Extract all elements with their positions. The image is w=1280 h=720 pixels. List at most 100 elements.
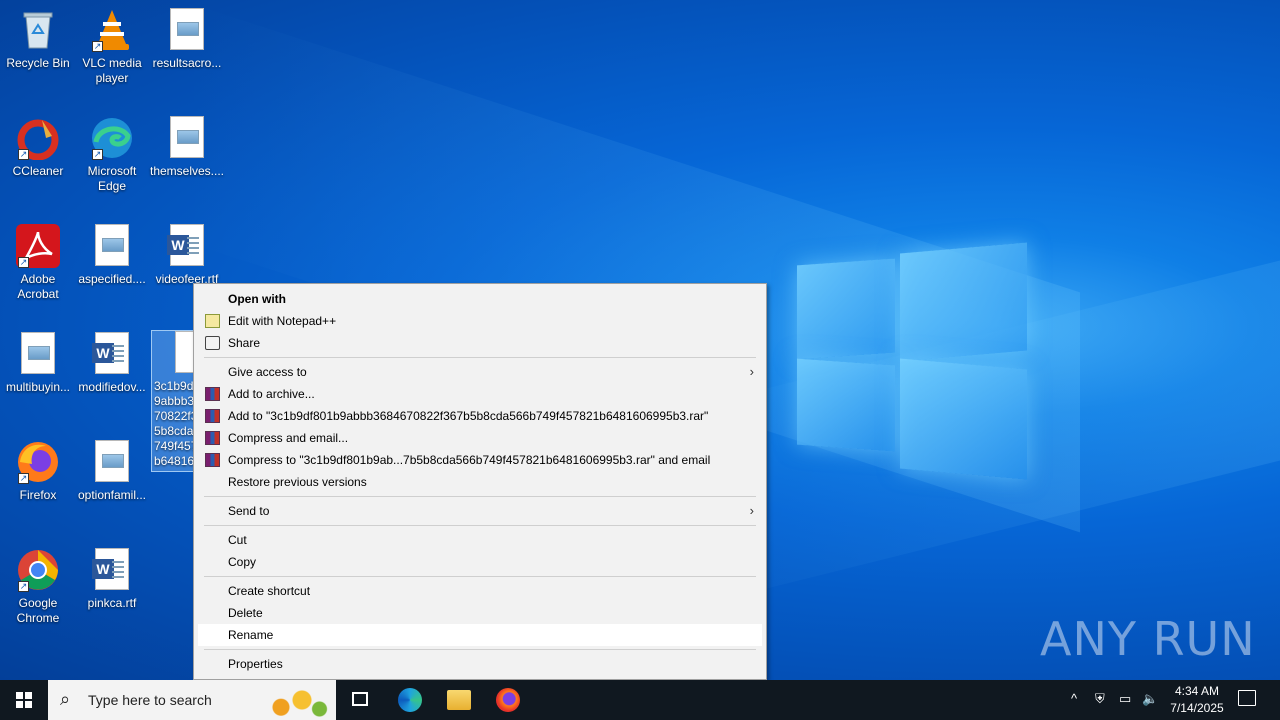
icon-label: Firefox bbox=[19, 488, 57, 502]
menu-item-add-to-rar[interactable]: Add to "3c1b9df801b9abbb3684670822f367b5… bbox=[198, 405, 762, 427]
icon-label: modifiedov... bbox=[78, 380, 146, 394]
acrobat-icon: ↗ bbox=[16, 224, 60, 268]
menu-separator bbox=[204, 496, 756, 497]
icon-label: Microsoft Edge bbox=[87, 164, 137, 193]
menu-item-edit-notepadpp[interactable]: Edit with Notepad++ bbox=[198, 310, 762, 332]
taskbar: ⌕ Type here to search ^ ⛨ ▭ 🔈 4:34 AM 7/… bbox=[0, 680, 1280, 720]
menu-item-restore-previous-versions[interactable]: Restore previous versions bbox=[198, 471, 762, 493]
system-clock[interactable]: 4:34 AM 7/14/2025 bbox=[1162, 683, 1232, 717]
menu-item-create-shortcut[interactable]: Create shortcut bbox=[198, 580, 762, 602]
windows-logo-pane bbox=[797, 358, 895, 452]
menu-item-label: Share bbox=[228, 336, 261, 350]
menu-separator bbox=[204, 649, 756, 650]
desktop-icon-vlc[interactable]: ↗ VLC media player bbox=[74, 8, 150, 86]
image-file-icon bbox=[90, 440, 134, 484]
icon-label: themselves.... bbox=[149, 164, 225, 178]
desktop-icon-google-chrome[interactable]: ↗ Google Chrome bbox=[0, 548, 76, 626]
menu-item-label: Copy bbox=[228, 555, 257, 569]
menu-item-label: Edit with Notepad++ bbox=[228, 314, 337, 328]
menu-item-send-to[interactable]: Send to › bbox=[198, 500, 762, 522]
icon-label: aspecified.... bbox=[78, 272, 146, 286]
image-file-icon bbox=[90, 224, 134, 268]
desktop-icon-optionfamil[interactable]: optionfamil... bbox=[74, 440, 150, 503]
icon-label: Adobe Acrobat bbox=[17, 272, 59, 301]
shortcut-arrow-icon: ↗ bbox=[92, 149, 103, 160]
taskbar-app-edge[interactable] bbox=[386, 680, 434, 720]
menu-item-properties[interactable]: Properties bbox=[198, 653, 762, 675]
vlc-icon: ↗ bbox=[90, 8, 134, 52]
shortcut-arrow-icon: ↗ bbox=[18, 473, 29, 484]
desktop-icon-resultsacro[interactable]: resultsacro... bbox=[149, 8, 225, 71]
taskbar-app-firefox[interactable] bbox=[484, 680, 532, 720]
icon-label: Recycle Bin bbox=[6, 56, 70, 70]
desktop-icon-adobe-acrobat[interactable]: ↗ Adobe Acrobat bbox=[0, 224, 76, 302]
edge-icon: ↗ bbox=[90, 116, 134, 160]
windows-logo-pane bbox=[900, 358, 1027, 480]
desktop-icon-recycle-bin[interactable]: Recycle Bin bbox=[0, 8, 76, 71]
menu-item-label: Add to archive... bbox=[228, 387, 315, 401]
word-doc-icon: W bbox=[90, 548, 134, 592]
image-file-icon bbox=[16, 332, 60, 376]
taskbar-search-box[interactable]: ⌕ Type here to search bbox=[48, 680, 336, 720]
menu-separator bbox=[204, 576, 756, 577]
word-doc-icon: W bbox=[165, 224, 209, 268]
menu-item-label: Compress to "3c1b9df801b9ab...7b5b8cda56… bbox=[228, 453, 711, 467]
security-tray-icon[interactable]: ⛨ bbox=[1095, 691, 1105, 720]
shortcut-arrow-icon: ↗ bbox=[18, 581, 29, 592]
icon-label: optionfamil... bbox=[77, 488, 147, 502]
task-view-button[interactable] bbox=[344, 680, 376, 720]
desktop-icon-modifiedov[interactable]: W modifiedov... bbox=[74, 332, 150, 395]
search-placeholder: Type here to search bbox=[88, 692, 212, 708]
menu-item-compress-to-rar-email[interactable]: Compress to "3c1b9df801b9ab...7b5b8cda56… bbox=[198, 449, 762, 471]
notepadpp-icon bbox=[205, 314, 220, 328]
firefox-icon bbox=[496, 688, 520, 712]
volume-icon[interactable]: 🔈 bbox=[1142, 691, 1158, 720]
desktop-icon-videofeer[interactable]: W videofeer.rtf bbox=[149, 224, 225, 287]
edge-icon bbox=[398, 688, 422, 712]
network-icon[interactable]: ▭ bbox=[1119, 691, 1131, 720]
desktop-icon-firefox[interactable]: ↗ Firefox bbox=[0, 440, 76, 503]
windows-logo-pane bbox=[900, 242, 1027, 362]
search-icon: ⌕ bbox=[60, 689, 71, 709]
desktop-icon-multibuyin[interactable]: multibuyin... bbox=[0, 332, 76, 395]
desktop-icon-ccleaner[interactable]: ↗ CCleaner bbox=[0, 116, 76, 179]
menu-item-label: Open with bbox=[228, 292, 286, 306]
notification-icon[interactable] bbox=[1238, 690, 1256, 706]
icon-label: resultsacro... bbox=[152, 56, 222, 70]
desktop-icon-themselves[interactable]: themselves.... bbox=[149, 116, 225, 179]
winrar-icon bbox=[205, 453, 220, 467]
chevron-up-icon[interactable]: ^ bbox=[1071, 691, 1077, 720]
search-highlight-art bbox=[260, 682, 330, 718]
recycle-bin-icon bbox=[16, 8, 60, 52]
menu-item-open-with[interactable]: Open with bbox=[198, 288, 762, 310]
menu-item-label: Rename bbox=[228, 628, 274, 642]
menu-item-copy[interactable]: Copy bbox=[198, 551, 762, 573]
menu-item-label: Create shortcut bbox=[228, 584, 311, 598]
folder-icon bbox=[447, 690, 471, 710]
chevron-right-icon: › bbox=[749, 364, 754, 379]
menu-separator bbox=[204, 357, 756, 358]
desktop-icon-pinkca[interactable]: W pinkca.rtf bbox=[74, 548, 150, 611]
menu-item-add-to-archive[interactable]: Add to archive... bbox=[198, 383, 762, 405]
desktop-icon-aspecified[interactable]: aspecified.... bbox=[74, 224, 150, 287]
desktop-icon-microsoft-edge[interactable]: ↗ Microsoft Edge bbox=[74, 116, 150, 194]
start-button[interactable] bbox=[0, 680, 48, 720]
taskbar-app-file-explorer[interactable] bbox=[435, 680, 483, 720]
image-file-icon bbox=[165, 8, 209, 52]
menu-item-compress-email[interactable]: Compress and email... bbox=[198, 427, 762, 449]
menu-item-label: Add to "3c1b9df801b9abbb3684670822f367b5… bbox=[228, 409, 709, 423]
windows-logo-icon bbox=[16, 692, 32, 708]
menu-item-give-access[interactable]: Give access to › bbox=[198, 361, 762, 383]
menu-item-share[interactable]: Share bbox=[198, 332, 762, 354]
clock-time: 4:34 AM bbox=[1174, 684, 1220, 698]
firefox-icon: ↗ bbox=[16, 440, 60, 484]
context-menu[interactable]: Open with Edit with Notepad++ Share Give… bbox=[193, 283, 767, 680]
windows-logo-pane bbox=[797, 258, 895, 360]
shortcut-arrow-icon: ↗ bbox=[92, 41, 103, 52]
chrome-icon: ↗ bbox=[16, 548, 60, 592]
menu-item-label: Properties bbox=[228, 657, 283, 671]
menu-item-rename[interactable]: Rename bbox=[198, 624, 762, 646]
menu-item-delete[interactable]: Delete bbox=[198, 602, 762, 624]
menu-item-label: Restore previous versions bbox=[228, 475, 367, 489]
menu-item-cut[interactable]: Cut bbox=[198, 529, 762, 551]
